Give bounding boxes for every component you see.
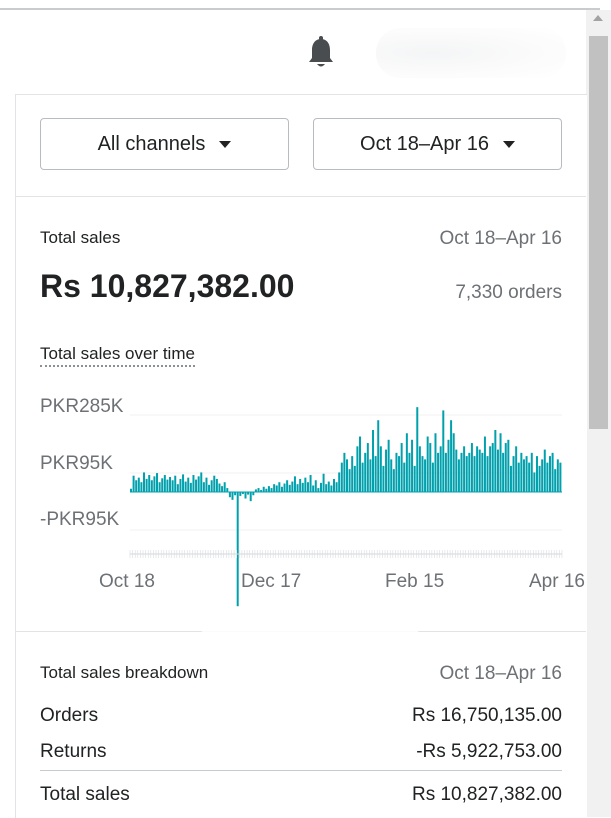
channel-filter-button[interactable]: All channels [40, 118, 289, 170]
caret-down-icon [502, 140, 515, 148]
scrollbar-thumb[interactable] [589, 36, 608, 429]
account-menu[interactable] [376, 28, 566, 78]
breakdown-row-value: -Rs 5,922,753.00 [416, 741, 562, 762]
x-tick-label: Apr 16 [529, 571, 585, 592]
caret-down-icon [219, 140, 232, 148]
chart-title[interactable]: Total sales over time [40, 344, 195, 367]
date-filter-label: Oct 18–Apr 16 [360, 132, 489, 155]
y-tick-label: PKR285K [40, 396, 124, 417]
total-orders-count: 7,330 orders [455, 282, 562, 303]
chart-title-text: Total sales over time [40, 344, 195, 367]
y-tick-label: PKR95K [40, 453, 113, 474]
channel-filter-label: All channels [97, 132, 206, 155]
breakdown-date-range: Oct 18–Apr 16 [439, 663, 562, 684]
scroll-up-arrow-icon[interactable] [593, 15, 603, 21]
total-sales-amount: Rs 10,827,382.00 [40, 268, 295, 304]
x-tick-label: Feb 15 [385, 571, 445, 592]
y-tick-label: -PKR95K [40, 509, 120, 530]
breakdown-row-value: Rs 16,750,135.00 [411, 705, 562, 726]
breakdown-row-value: Rs 10,827,382.00 [411, 784, 562, 805]
breakdown-title: Total sales breakdown [40, 663, 209, 682]
divider [16, 196, 586, 197]
breakdown-row-label: Orders [40, 705, 99, 726]
x-tick-label: Oct 18 [99, 571, 155, 592]
breakdown-divider [40, 770, 562, 771]
redaction-blur [195, 600, 425, 695]
date-filter-button[interactable]: Oct 18–Apr 16 [313, 118, 562, 170]
bell-icon[interactable] [306, 36, 336, 70]
breakdown-row-label: Total sales [40, 784, 130, 805]
total-sales-date-range: Oct 18–Apr 16 [439, 228, 562, 249]
breakdown-row-label: Returns [40, 741, 107, 762]
x-tick-label: Dec 17 [241, 571, 302, 592]
total-sales-title: Total sales [40, 228, 121, 247]
